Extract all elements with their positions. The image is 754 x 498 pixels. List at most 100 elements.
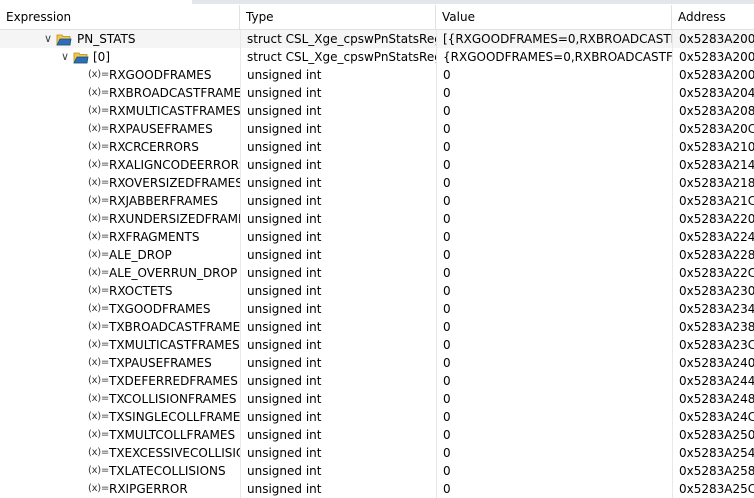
tree-row-field[interactable]: (x)= TXBROADCASTFRAMES unsigned int 0 0x5283… — [0, 318, 754, 336]
value-cell[interactable]: 0 — [436, 120, 672, 138]
tree-row-field[interactable]: (x)= RXJABBERFRAMES unsigned int 0 0x5283A21… — [0, 192, 754, 210]
address-cell: 0x5283A258 — [672, 462, 754, 480]
address-cell: 0x5283A200 — [672, 66, 754, 84]
tree-row-field[interactable]: (x)= RXGOODFRAMES unsigned int 0 0x5283A200 — [0, 66, 754, 84]
expression-cell: (x)= TXLATECOLLISIONS — [0, 462, 240, 480]
expressions-tree: ∨ PN_STATS struct CSL_Xge_cpswPnStatsReg… — [0, 30, 754, 498]
tree-row-field[interactable]: (x)= TXMULTCOLLFRAMES unsigned int 0 0x5283A… — [0, 426, 754, 444]
tree-row-field[interactable]: (x)= RXPAUSEFRAMES unsigned int 0 0x5283A20C — [0, 120, 754, 138]
expression-cell: (x)= RXFRAGMENTS — [0, 228, 240, 246]
expression-name: TXPAUSEFRAMES — [109, 356, 212, 370]
value-cell[interactable]: 0 — [436, 408, 672, 426]
column-header-address[interactable]: Address — [672, 5, 754, 29]
tree-row-field[interactable]: (x)= TXPAUSEFRAMES unsigned int 0 0x5283A240 — [0, 354, 754, 372]
value-cell[interactable]: 0 — [436, 336, 672, 354]
type-cell: unsigned int — [240, 84, 436, 102]
expression-cell: (x)= RXGOODFRAMES — [0, 66, 240, 84]
address-cell: 0x5283A25C — [672, 480, 754, 498]
tree-row-field[interactable]: (x)= ALE_DROP unsigned int 0 0x5283A228 — [0, 246, 754, 264]
value-cell[interactable]: 0 — [436, 156, 672, 174]
type-cell: unsigned int — [240, 408, 436, 426]
tree-row-field[interactable]: (x)= TXCOLLISIONFRAMES unsigned int 0 0x5283… — [0, 390, 754, 408]
address-cell: 0x5283A200 — [672, 48, 754, 66]
column-header: Expression Type Value Address — [0, 5, 754, 30]
tree-row-field[interactable]: (x)= RXOCTETS unsigned int 0 0x5283A230 — [0, 282, 754, 300]
variable-icon: (x)= — [88, 447, 109, 458]
value-cell[interactable]: 0 — [436, 228, 672, 246]
tree-row-element-0[interactable]: ∨ [0] struct CSL_Xge_cpswPnStatsRegs {RX… — [0, 48, 754, 66]
address-cell: 0x5283A24C — [672, 408, 754, 426]
value-cell[interactable]: 0 — [436, 192, 672, 210]
tree-row-field[interactable]: (x)= RXUNDERSIZEDFRAMES unsigned int 0 0x528… — [0, 210, 754, 228]
value-cell[interactable]: 0 — [436, 66, 672, 84]
chevron-down-icon[interactable]: ∨ — [59, 48, 71, 66]
variable-icon: (x)= — [88, 375, 109, 386]
expression-name: TXBROADCASTFRAMES — [109, 320, 240, 334]
value-cell[interactable]: [{RXGOODFRAMES=0,RXBROADCASTFRA... — [436, 30, 672, 48]
expression-cell: (x)= TXMULTICASTFRAMES — [0, 336, 240, 354]
variable-icon: (x)= — [88, 465, 109, 476]
tree-row-field[interactable]: (x)= RXCRCERRORS unsigned int 0 0x5283A210 — [0, 138, 754, 156]
tree-row-field[interactable]: (x)= TXDEFERREDFRAMES unsigned int 0 0x5283A… — [0, 372, 754, 390]
value-cell[interactable]: 0 — [436, 264, 672, 282]
expression-cell: (x)= RXMULTICASTFRAMES — [0, 102, 240, 120]
tree-row-field[interactable]: (x)= TXSINGLECOLLFRAMES unsigned int 0 0x528… — [0, 408, 754, 426]
type-cell: unsigned int — [240, 246, 436, 264]
expression-name: RXBROADCASTFRAMES — [109, 86, 240, 100]
value-cell[interactable]: 0 — [436, 84, 672, 102]
expression-name: RXPAUSEFRAMES — [109, 122, 213, 136]
address-cell: 0x5283A200 — [672, 30, 754, 48]
value-cell[interactable]: 0 — [436, 282, 672, 300]
variable-icon: (x)= — [88, 267, 109, 278]
tree-row-field[interactable]: (x)= TXMULTICASTFRAMES unsigned int 0 0x5283… — [0, 336, 754, 354]
value-cell[interactable]: {RXGOODFRAMES=0,RXBROADCASTFRA... — [436, 48, 672, 66]
tree-row-field[interactable]: (x)= RXMULTICASTFRAMES unsigned int 0 0x5283… — [0, 102, 754, 120]
address-cell: 0x5283A21C — [672, 192, 754, 210]
value-cell[interactable]: 0 — [436, 210, 672, 228]
address-cell: 0x5283A218 — [672, 174, 754, 192]
expression-cell: (x)= ALE_OVERRUN_DROP — [0, 264, 240, 282]
value-cell[interactable]: 0 — [436, 102, 672, 120]
address-cell: 0x5283A250 — [672, 426, 754, 444]
variable-icon: (x)= — [88, 285, 109, 296]
struct-icon — [73, 52, 89, 64]
value-cell[interactable]: 0 — [436, 426, 672, 444]
tree-row-field[interactable]: (x)= RXFRAGMENTS unsigned int 0 0x5283A224 — [0, 228, 754, 246]
value-cell[interactable]: 0 — [436, 372, 672, 390]
address-cell: 0x5283A230 — [672, 282, 754, 300]
tree-row-pn-stats[interactable]: ∨ PN_STATS struct CSL_Xge_cpswPnStatsReg… — [0, 30, 754, 48]
value-cell[interactable]: 0 — [436, 174, 672, 192]
tree-row-field[interactable]: (x)= ALE_OVERRUN_DROP unsigned int 0 0x5283A… — [0, 264, 754, 282]
type-cell: struct CSL_Xge_cpswPnStatsRegs — [240, 48, 436, 66]
type-cell: unsigned int — [240, 426, 436, 444]
column-header-value[interactable]: Value — [436, 5, 672, 29]
value-cell[interactable]: 0 — [436, 444, 672, 462]
column-header-type[interactable]: Type — [240, 5, 436, 29]
value-cell[interactable]: 0 — [436, 138, 672, 156]
expression-cell: (x)= RXUNDERSIZEDFRAMES — [0, 210, 240, 228]
chevron-down-icon[interactable]: ∨ — [42, 30, 54, 48]
value-cell[interactable]: 0 — [436, 354, 672, 372]
value-cell[interactable]: 0 — [436, 390, 672, 408]
value-cell[interactable]: 0 — [436, 318, 672, 336]
tree-row-field[interactable]: (x)=TXEXCESSIVECOLLISIONSunsigned int00x… — [0, 444, 754, 462]
expression-name: RXUNDERSIZEDFRAMES — [109, 212, 240, 226]
tree-row-field[interactable]: (x)= TXGOODFRAMES unsigned int 0 0x5283A234 — [0, 300, 754, 318]
tree-row-field[interactable]: (x)= RXIPGERROR unsigned int 0 0x5283A25C — [0, 480, 754, 498]
expression-name: [0] — [93, 50, 110, 64]
tree-row-field[interactable]: (x)= TXLATECOLLISIONS unsigned int 0 0x5283A… — [0, 462, 754, 480]
tree-row-field[interactable]: (x)= RXALIGNCODEERRORS unsigned int 0 0x5283… — [0, 156, 754, 174]
expression-cell: (x)= RXCRCERRORS — [0, 138, 240, 156]
tree-row-field[interactable]: (x)= RXOVERSIZEDFRAMES unsigned int 0 0x5283… — [0, 174, 754, 192]
active-tab-edge — [0, 0, 192, 4]
value-cell[interactable]: 0 — [436, 300, 672, 318]
value-cell[interactable]: 0 — [436, 480, 672, 498]
value-cell[interactable]: 0 — [436, 246, 672, 264]
tree-row-field[interactable]: (x)= RXBROADCASTFRAMES unsigned int 0 0x5283… — [0, 84, 754, 102]
expression-cell: (x)=TXEXCESSIVECOLLISIONS — [0, 444, 240, 462]
expression-name: TXLATECOLLISIONS — [109, 464, 226, 478]
top-tab-strip — [0, 0, 754, 4]
column-header-expression[interactable]: Expression — [0, 5, 240, 29]
expression-cell: (x)= TXGOODFRAMES — [0, 300, 240, 318]
value-cell[interactable]: 0 — [436, 462, 672, 480]
